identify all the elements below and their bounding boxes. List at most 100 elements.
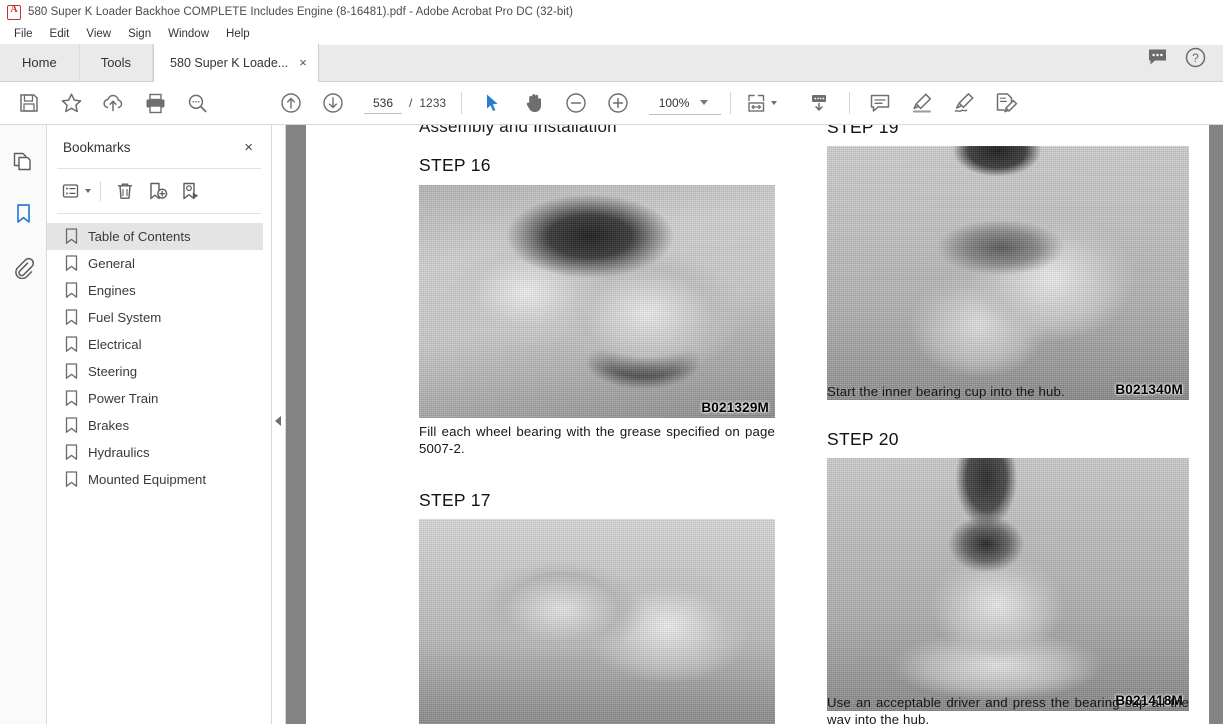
- attachments-icon[interactable]: [7, 251, 39, 283]
- fit-page-icon[interactable]: [740, 85, 782, 121]
- toolbar-divider-3: [849, 92, 851, 114]
- search-icon[interactable]: [176, 85, 218, 121]
- page-thumbnails-icon[interactable]: [7, 145, 39, 177]
- step-16-photo: B021329M: [419, 185, 775, 418]
- tab-strip-actions: ?: [1147, 47, 1223, 81]
- bookmark-icon: [65, 471, 78, 488]
- hand-icon[interactable]: [513, 85, 555, 121]
- tab-strip: Home Tools 580 Super K Loade... × ?: [0, 44, 1223, 82]
- panel-splitter[interactable]: [272, 125, 286, 724]
- close-icon[interactable]: ×: [240, 138, 257, 157]
- scroll-mode-icon[interactable]: [798, 85, 840, 121]
- step-20-title: STEP 20: [827, 429, 899, 449]
- bookmark-item[interactable]: Power Train: [47, 385, 263, 412]
- toolbar-divider: [461, 92, 463, 114]
- bookmark-item-label: Hydraulics: [88, 445, 150, 460]
- chevron-down-icon-fit[interactable]: [771, 101, 778, 105]
- tab-document-label: 580 Super K Loade...: [170, 55, 289, 70]
- step-19-title: STEP 19: [827, 125, 899, 137]
- comment-icon[interactable]: [1147, 48, 1168, 72]
- section-header: Assembly and Installation: [419, 125, 617, 136]
- body-area: Bookmarks × Table of Contents General En…: [0, 125, 1223, 724]
- bookmarks-list: Table of Contents General Engines Fuel Syst…: [47, 214, 271, 493]
- edit-bookmark-icon[interactable]: [176, 178, 206, 204]
- divider: [100, 181, 101, 201]
- page-number-input[interactable]: [364, 92, 402, 114]
- bookmark-item[interactable]: Table of Contents: [47, 223, 263, 250]
- menu-sign[interactable]: Sign: [120, 27, 160, 42]
- bookmark-item[interactable]: General: [47, 250, 263, 277]
- step-16-title: STEP 16: [419, 155, 491, 175]
- step-16-figure-code: B021329M: [701, 400, 769, 415]
- toolbar-divider-2: [730, 92, 732, 114]
- collapse-panel-icon[interactable]: [275, 416, 281, 426]
- add-comment-icon[interactable]: [859, 85, 901, 121]
- bookmark-icon: [65, 444, 78, 461]
- draw-signature-icon[interactable]: [943, 85, 985, 121]
- step-19-caption: Start the inner bearing cup into the hub…: [827, 384, 1065, 399]
- bookmark-item-label: Engines: [88, 283, 136, 298]
- tab-home[interactable]: Home: [0, 44, 80, 81]
- highlight-icon[interactable]: [901, 85, 943, 121]
- bookmark-item-label: Steering: [88, 364, 138, 379]
- bookmark-item[interactable]: Electrical: [47, 331, 263, 358]
- document-viewport[interactable]: Assembly and Installation STEP 16 B02132…: [286, 125, 1223, 724]
- page-total: 1233: [419, 96, 447, 110]
- bookmark-item[interactable]: Steering: [47, 358, 263, 385]
- bookmark-item[interactable]: Mounted Equipment: [47, 466, 263, 493]
- bookmarks-panel: Bookmarks × Table of Contents General En…: [47, 125, 272, 724]
- bookmarks-panel-header: Bookmarks ×: [47, 125, 271, 168]
- bookmark-item[interactable]: Engines: [47, 277, 263, 304]
- acrobat-window: 580 Super K Loader Backhoe COMPLETE Incl…: [0, 0, 1223, 724]
- bookmark-item-label: Electrical: [88, 337, 142, 352]
- fill-and-sign-icon[interactable]: [985, 85, 1027, 121]
- close-icon[interactable]: ×: [297, 56, 309, 69]
- delete-bookmark-icon[interactable]: [110, 178, 140, 204]
- zoom-level-input[interactable]: [651, 94, 698, 111]
- tab-tools-label: Tools: [100, 55, 132, 70]
- tab-document[interactable]: 580 Super K Loade... ×: [153, 44, 319, 82]
- step-16-caption: Fill each wheel bearing with the grease …: [419, 424, 775, 457]
- page-separator: /: [409, 96, 413, 110]
- bookmark-item[interactable]: Hydraulics: [47, 439, 263, 466]
- next-page-icon[interactable]: [312, 85, 354, 121]
- print-icon[interactable]: [134, 85, 176, 121]
- select-cursor-icon[interactable]: [471, 85, 513, 121]
- zoom-out-icon[interactable]: [555, 85, 597, 121]
- menu-view[interactable]: View: [78, 27, 120, 42]
- bookmark-item-label: General: [88, 256, 135, 271]
- zoom-in-icon[interactable]: [597, 85, 639, 121]
- save-icon[interactable]: [8, 85, 50, 121]
- menu-file[interactable]: File: [6, 27, 42, 42]
- bookmark-icon: [65, 309, 78, 326]
- help-icon[interactable]: ?: [1185, 47, 1206, 73]
- menu-help[interactable]: Help: [218, 27, 259, 42]
- chevron-down-icon[interactable]: [700, 100, 709, 105]
- bookmark-item-label: Table of Contents: [88, 229, 191, 244]
- bookmarks-toolbar: [47, 169, 271, 213]
- new-bookmark-icon[interactable]: [143, 178, 173, 204]
- step-17-title: STEP 17: [419, 490, 491, 510]
- previous-page-icon[interactable]: [270, 85, 312, 121]
- svg-text:?: ?: [1192, 51, 1199, 65]
- bookmark-item[interactable]: Brakes: [47, 412, 263, 439]
- upload-cloud-icon[interactable]: [92, 85, 134, 121]
- chevron-down-icon-bm[interactable]: [84, 189, 91, 193]
- star-icon[interactable]: [50, 85, 92, 121]
- bookmark-icon: [65, 363, 78, 380]
- zoom-control[interactable]: [649, 92, 722, 115]
- bookmark-item-label: Brakes: [88, 418, 130, 433]
- bookmark-item-label: Power Train: [88, 391, 159, 406]
- menu-window[interactable]: Window: [160, 27, 218, 42]
- page-navigation: / 1233: [364, 92, 447, 114]
- menu-edit[interactable]: Edit: [42, 27, 79, 42]
- bookmark-icon: [65, 336, 78, 353]
- bookmark-item-label: Fuel System: [88, 310, 162, 325]
- bookmark-options-icon[interactable]: [61, 178, 91, 204]
- step-17-photo: [419, 519, 775, 724]
- navigation-rail: [0, 125, 47, 724]
- bookmark-item[interactable]: Fuel System: [47, 304, 263, 331]
- tab-tools[interactable]: Tools: [79, 44, 154, 81]
- bookmarks-icon[interactable]: [7, 198, 39, 230]
- bookmark-item-label: Mounted Equipment: [88, 472, 207, 487]
